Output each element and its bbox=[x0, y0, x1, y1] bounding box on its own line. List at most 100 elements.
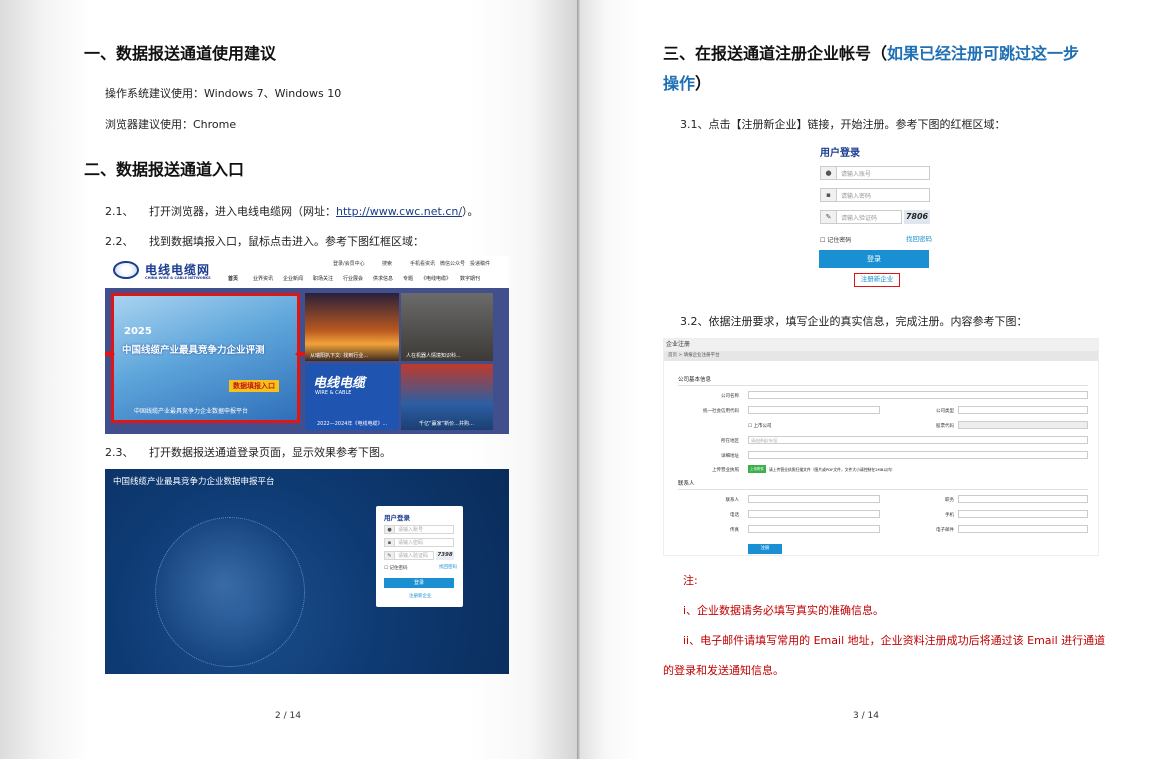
nav-career[interactable]: 职场关注 bbox=[313, 275, 333, 282]
forgot-password-link[interactable]: 找回密码 bbox=[906, 233, 932, 243]
site-banner-area: 2025 中国线缆产业最具竞争力企业评测 数据填报入口 中国线缆产业最具竞争力企… bbox=[105, 288, 509, 434]
label-upload: 上传营业执照 bbox=[712, 468, 739, 473]
heading-text: ） bbox=[695, 74, 712, 93]
thumb-caption: 从瑞阳扒下文: 找到行业... bbox=[310, 353, 369, 359]
step-text-end: ）。 bbox=[462, 205, 479, 218]
checkbox-listed[interactable]: ☐ 上市公司 bbox=[748, 423, 771, 429]
thumb-airplane[interactable]: 从瑞阳扒下文: 找到行业... bbox=[305, 293, 399, 361]
divider bbox=[678, 489, 1088, 490]
nav-journal[interactable]: 《电线电缆》 bbox=[421, 275, 451, 282]
nav-expo[interactable]: 行业展会 bbox=[343, 275, 363, 282]
portal-captcha-input[interactable]: ✎ 请输入验证码 bbox=[384, 551, 434, 560]
input-email[interactable] bbox=[958, 525, 1088, 533]
section-heading-1: 一、数据报送通道使用建议 bbox=[84, 44, 277, 63]
register-submit-button[interactable]: 注册 bbox=[748, 544, 782, 554]
login-button[interactable]: 登录 bbox=[819, 250, 929, 268]
upload-button[interactable]: 上传附件 bbox=[748, 465, 766, 473]
form-breadcrumb: 首页 > 填报企业注册平台 bbox=[664, 351, 1098, 361]
portal-login-button[interactable]: 登录 bbox=[384, 578, 454, 588]
section-company-info: 公司基本信息 bbox=[678, 377, 712, 383]
lock-icon: ▪ bbox=[821, 189, 837, 201]
placeholder: 请输入验证码 bbox=[841, 214, 878, 222]
nav-home[interactable]: 首页 bbox=[228, 275, 238, 282]
label: 上市公司 bbox=[753, 424, 772, 429]
banner-year: 2025 bbox=[124, 326, 152, 337]
input-credit-code[interactable] bbox=[748, 406, 880, 414]
portal-register-link[interactable]: 注册新企业 bbox=[409, 593, 432, 599]
remember-checkbox[interactable]: ☐ 记住密码 bbox=[820, 235, 851, 244]
input-company-name[interactable] bbox=[748, 391, 1088, 399]
browser-recommendation: 浏览器建议使用：Chrome bbox=[105, 118, 237, 131]
thumb-caption: 人在机器人情境知识科... bbox=[406, 353, 461, 359]
login-screenshot: 用户登录 ● 请输入账号 ▪ 请输入密码 ✎ 请输入验证码 7806 ☐ 记住密码 找… bbox=[818, 140, 934, 290]
upload-hint: 请上传营业执照扫描文件（图片或PDF文件，文件大小请控制在2MB以内） bbox=[769, 467, 895, 472]
nav-digital[interactable]: 数字期刊 bbox=[460, 275, 480, 282]
submit-link[interactable]: 投递稿件 bbox=[470, 260, 490, 267]
label-mobile: 手机 bbox=[945, 513, 954, 518]
step-text: 打开浏览器，进入电线电缆网（网址： bbox=[149, 205, 336, 218]
nav-company[interactable]: 企业新闻 bbox=[283, 275, 303, 282]
site-logo-icon bbox=[113, 261, 139, 279]
input-contact[interactable] bbox=[748, 495, 880, 503]
password-input[interactable]: ▪ 请输入密码 bbox=[820, 188, 930, 202]
label-credit-code: 统一社会信用代码 bbox=[703, 409, 739, 414]
user-icon: ● bbox=[821, 167, 837, 179]
login-title: 用户登录 bbox=[820, 148, 860, 159]
label: 记住密码 bbox=[827, 237, 852, 244]
heading-note: 操作 bbox=[663, 74, 696, 93]
os-recommendation: 操作系统建议使用：Windows 7、Windows 10 bbox=[105, 87, 342, 100]
nav-news[interactable]: 业界资讯 bbox=[253, 275, 273, 282]
site-logo-en: CHINA WIRE & CABLE NETWORKS bbox=[145, 276, 211, 280]
select-region[interactable]: 请选择省/市/区 bbox=[748, 436, 1088, 444]
input-mobile[interactable] bbox=[958, 510, 1088, 518]
mobile-link[interactable]: 手机看资讯 bbox=[410, 260, 435, 267]
register-new-company-link[interactable]: 注册新企业 bbox=[854, 273, 900, 287]
step-number: 2.2、 bbox=[105, 235, 134, 248]
portal-password-input[interactable]: ▪ 请输入密码 bbox=[384, 538, 454, 547]
banner-caption: 中国线缆产业最具竞争力企业数据申报平台 bbox=[134, 408, 249, 415]
thumb-factory[interactable]: 千亿“赢家”新价...并购… bbox=[401, 364, 493, 430]
user-icon: ● bbox=[385, 526, 395, 533]
edit-icon: ✎ bbox=[821, 211, 837, 223]
step-number: 2.3、 bbox=[105, 446, 134, 459]
input-stock-code[interactable] bbox=[958, 421, 1088, 429]
select-company-type[interactable] bbox=[958, 406, 1088, 414]
banner-main[interactable]: 2025 中国线缆产业最具竞争力企业评测 数据填报入口 中国线缆产业最具竞争力企… bbox=[111, 293, 300, 423]
note-2: ii、电子邮件请填写常用的 Email 地址，企业资料注册成功后将通过该 Ema… bbox=[683, 634, 1106, 647]
step-2-1: 2.1、 打开浏览器，进入电线电缆网（网址：http://www.cwc.net… bbox=[105, 203, 479, 219]
thumb-robot[interactable]: 人在机器人情境知识科... bbox=[401, 293, 493, 361]
cwc-url-link[interactable]: http://www.cwc.net.cn/ bbox=[336, 205, 462, 218]
left-page: 一、数据报送通道使用建议 操作系统建议使用：Windows 7、Windows … bbox=[0, 0, 577, 759]
label-company-type: 公司类型 bbox=[936, 409, 954, 414]
captcha-input[interactable]: ✎ 请输入验证码 bbox=[820, 210, 902, 224]
nav-topic[interactable]: 专题 bbox=[403, 275, 413, 282]
portal-forgot-link[interactable]: 找回密码 bbox=[439, 564, 457, 570]
search-link[interactable]: 搜索 bbox=[382, 260, 392, 267]
label-region: 所在地区 bbox=[721, 439, 739, 444]
site-header: 电线电缆网 CHINA WIRE & CABLE NETWORKS 登录/会员中… bbox=[105, 256, 509, 288]
input-address[interactable] bbox=[748, 451, 1088, 459]
section-contact: 联系人 bbox=[678, 481, 695, 487]
section-heading-3-cont: 操作） bbox=[663, 70, 711, 94]
input-phone[interactable] bbox=[748, 510, 880, 518]
portal-remember-checkbox[interactable]: ☐ 记住密码 bbox=[384, 565, 407, 571]
wechat-link[interactable]: 微信公众号 bbox=[440, 260, 465, 267]
login-link[interactable]: 登录/会员中心 bbox=[333, 260, 365, 267]
portal-screenshot: 中国线缆产业最具竞争力企业数据申报平台 用户登录 ● 请输入账号 ▪ 请输入密码 ✎… bbox=[105, 469, 509, 674]
nav-supply[interactable]: 供求信息 bbox=[373, 275, 393, 282]
registration-form-screenshot: 企业注册 首页 > 填报企业注册平台 公司基本信息 公司名称 统一社会信用代码 … bbox=[663, 338, 1099, 556]
portal-account-input[interactable]: ● 请输入账号 bbox=[384, 525, 454, 534]
portal-captcha-image[interactable]: 7398 bbox=[436, 551, 454, 560]
input-position[interactable] bbox=[958, 495, 1088, 503]
captcha-image[interactable]: 7806 bbox=[904, 210, 930, 224]
step-3-1: 3.1、点击【注册新企业】链接，开始注册。参考下图的红框区域： bbox=[680, 118, 1006, 131]
placeholder: 请输入验证码 bbox=[398, 553, 429, 559]
label-contact: 联系人 bbox=[725, 498, 740, 503]
account-input[interactable]: ● 请输入账号 bbox=[820, 166, 930, 180]
portal-title: 中国线缆产业最具竞争力企业数据申报平台 bbox=[113, 477, 275, 487]
thumb-journal[interactable]: 电线电缆 WIRE & CABLE 2022—2024年《电线电缆》... bbox=[305, 364, 399, 430]
input-fax[interactable] bbox=[748, 525, 880, 533]
label-phone: 电话 bbox=[730, 513, 739, 518]
label-company-name: 公司名称 bbox=[721, 394, 739, 399]
data-entry-button[interactable]: 数据填报入口 bbox=[229, 380, 279, 392]
